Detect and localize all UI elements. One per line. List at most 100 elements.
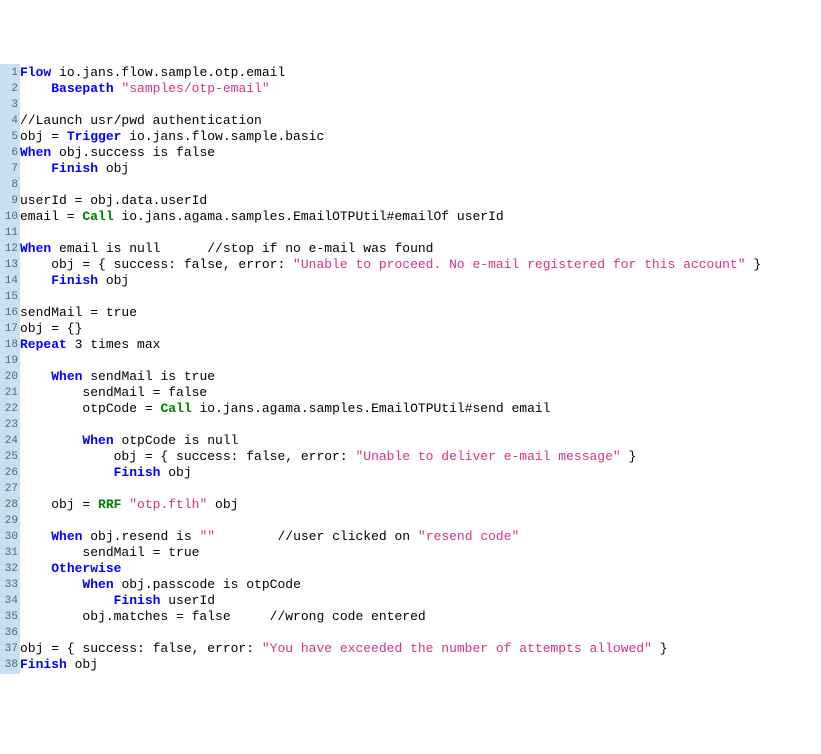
token-str: "" [199,529,215,544]
token-txt [20,161,51,176]
token-kw-blue: Finish [114,465,161,480]
line-number: 9 [0,193,20,209]
code-line[interactable]: obj = Trigger io.jans.flow.sample.basic [20,129,821,145]
line-number: 31 [0,545,20,561]
code-line[interactable] [20,289,821,305]
token-txt: sendMail = true [20,545,199,560]
token-txt: userId = obj.data.userId [20,193,207,208]
token-str: "Unable to deliver e-mail message" [355,449,620,464]
token-txt [20,433,82,448]
token-txt: io.jans.flow.sample.basic [121,129,324,144]
token-txt: obj [98,273,129,288]
token-kw-green: Call [82,209,113,224]
code-line[interactable]: obj.matches = false //wrong code entered [20,609,821,625]
code-line[interactable]: obj = RRF "otp.ftlh" obj [20,497,821,513]
line-number: 10 [0,209,20,225]
token-txt [20,465,114,480]
code-line[interactable]: Repeat 3 times max [20,337,821,353]
code-line[interactable] [20,225,821,241]
code-line[interactable] [20,481,821,497]
line-number-gutter: 1234567891011121314151617181920212223242… [0,64,20,674]
token-kw-blue: Flow [20,65,51,80]
code-line[interactable] [20,177,821,193]
code-line[interactable] [20,513,821,529]
token-txt: email is null //stop if no e-mail was fo… [51,241,433,256]
line-number: 27 [0,481,20,497]
code-line[interactable]: Finish obj [20,657,821,673]
code-line[interactable]: Finish obj [20,161,821,177]
code-line[interactable]: obj = { success: false, error: "You have… [20,641,821,657]
line-number: 4 [0,113,20,129]
code-line[interactable]: sendMail = false [20,385,821,401]
token-txt: } [746,257,762,272]
line-number: 19 [0,353,20,369]
code-line[interactable] [20,353,821,369]
code-line[interactable] [20,625,821,641]
code-line[interactable]: When otpCode is null [20,433,821,449]
code-line[interactable]: Otherwise [20,561,821,577]
code-line[interactable]: When email is null //stop if no e-mail w… [20,241,821,257]
token-txt: userId [160,593,215,608]
token-kw-green: RRF [98,497,121,512]
code-line[interactable]: When obj.success is false [20,145,821,161]
code-line[interactable]: sendMail = true [20,305,821,321]
code-line[interactable]: Finish obj [20,465,821,481]
code-line[interactable]: //Launch usr/pwd authentication [20,113,821,129]
line-number: 25 [0,449,20,465]
token-kw-blue: Trigger [67,129,122,144]
token-kw-blue: When [51,529,82,544]
token-kw-blue: Basepath [51,81,113,96]
token-txt [20,369,51,384]
line-number: 38 [0,657,20,673]
code-line[interactable]: When obj.passcode is otpCode [20,577,821,593]
code-line[interactable] [20,97,821,113]
line-number: 14 [0,273,20,289]
token-txt: obj [160,465,191,480]
token-txt [20,593,114,608]
code-line[interactable]: userId = obj.data.userId [20,193,821,209]
code-line[interactable] [20,417,821,433]
line-number: 15 [0,289,20,305]
code-line[interactable]: obj = { success: false, error: "Unable t… [20,257,821,273]
code-line[interactable]: Finish obj [20,273,821,289]
token-txt: } [621,449,637,464]
line-number: 37 [0,641,20,657]
code-line[interactable]: When sendMail is true [20,369,821,385]
code-line[interactable]: Flow io.jans.flow.sample.otp.email [20,65,821,81]
code-line[interactable]: When obj.resend is "" //user clicked on … [20,529,821,545]
token-txt: obj = {} [20,321,82,336]
token-txt: obj = { success: false, error: [20,641,262,656]
code-area[interactable]: Flow io.jans.flow.sample.otp.email Basep… [20,64,821,674]
code-line[interactable]: Finish userId [20,593,821,609]
token-txt: obj.matches = false //wrong code entered [20,609,426,624]
token-txt: sendMail is true [82,369,215,384]
token-txt [20,577,82,592]
code-line[interactable]: sendMail = true [20,545,821,561]
token-txt: sendMail = false [20,385,207,400]
token-txt: //Launch usr/pwd authentication [20,113,262,128]
token-kw-blue: Repeat [20,337,67,352]
line-number: 21 [0,385,20,401]
code-line[interactable]: obj = { success: false, error: "Unable t… [20,449,821,465]
line-number: 36 [0,625,20,641]
token-kw-blue: Finish [51,273,98,288]
token-txt: obj = { success: false, error: [20,257,293,272]
token-txt [20,529,51,544]
line-number: 20 [0,369,20,385]
line-number: 12 [0,241,20,257]
line-number: 1 [0,65,20,81]
line-number: 34 [0,593,20,609]
line-number: 6 [0,145,20,161]
code-line[interactable]: obj = {} [20,321,821,337]
token-txt: obj.success is false [51,145,215,160]
code-line[interactable]: otpCode = Call io.jans.agama.samples.Ema… [20,401,821,417]
line-number: 30 [0,529,20,545]
code-line[interactable]: email = Call io.jans.agama.samples.Email… [20,209,821,225]
code-line[interactable]: Basepath "samples/otp-email" [20,81,821,97]
token-txt: obj [67,657,98,672]
token-kw-green: Call [160,401,191,416]
token-txt: otpCode is null [114,433,239,448]
token-str: "samples/otp-email" [121,81,269,96]
token-kw-blue: When [20,241,51,256]
line-number: 33 [0,577,20,593]
